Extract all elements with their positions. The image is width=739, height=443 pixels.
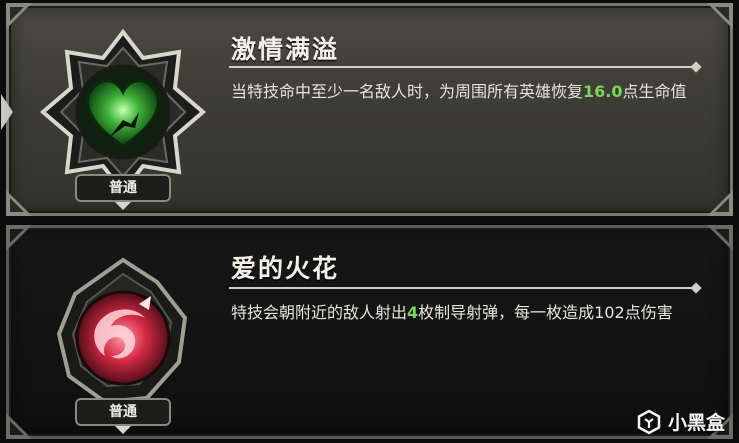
desc-text: 点生命值 bbox=[622, 82, 687, 101]
watermark-text: 小黑盒 bbox=[667, 412, 725, 434]
red-spark-icon bbox=[56, 257, 188, 405]
rarity-badge: 普通 bbox=[75, 398, 171, 426]
corner-ornament bbox=[707, 3, 733, 29]
corner-ornament bbox=[707, 190, 733, 216]
rarity-badge: 普通 bbox=[75, 174, 171, 202]
heybox-logo-icon bbox=[637, 409, 661, 434]
skill-description: 特技会朝附近的敌人射出4枚制导射弹，每一枚造成102点伤害 bbox=[231, 300, 701, 326]
skill-description: 当特技命中至少一名敌人时，为周围所有英雄恢复16.0点生命值 bbox=[231, 79, 701, 105]
desc-value: 4 bbox=[407, 303, 419, 322]
selection-notch-icon bbox=[1, 94, 13, 130]
skill-card-2[interactable]: 普通 爱的火花 特技会朝附近的敌人射出4枚制导射弹，每一枚造成102点伤害 bbox=[6, 225, 733, 439]
desc-value: 16.0 bbox=[583, 82, 623, 101]
corner-ornament bbox=[6, 3, 32, 29]
rarity-pointer bbox=[115, 202, 131, 210]
desc-text: 枚制导射弹，每一枚造成102点伤害 bbox=[418, 303, 673, 322]
title-divider bbox=[229, 287, 694, 289]
skill-icon-frame: 普通 bbox=[39, 252, 207, 434]
skill-icon-frame: 普通 bbox=[39, 28, 207, 210]
desc-text: 特技会朝附近的敌人射出 bbox=[231, 303, 408, 322]
corner-ornament bbox=[6, 190, 32, 216]
skill-title: 激情满溢 bbox=[231, 35, 340, 64]
green-heart-icon bbox=[39, 28, 207, 196]
title-divider bbox=[229, 66, 694, 68]
watermark: 小黑盒 bbox=[636, 408, 725, 435]
corner-ornament bbox=[707, 225, 733, 251]
skill-card-1[interactable]: 普通 激情满溢 当特技命中至少一名敌人时，为周围所有英雄恢复16.0点生命值 bbox=[1, 3, 733, 216]
desc-text: 当特技命中至少一名敌人时，为周围所有英雄恢复 bbox=[231, 82, 584, 101]
skill-title: 爱的火花 bbox=[231, 254, 340, 283]
corner-ornament bbox=[6, 413, 32, 439]
corner-ornament bbox=[6, 225, 32, 251]
rarity-pointer bbox=[115, 426, 131, 434]
